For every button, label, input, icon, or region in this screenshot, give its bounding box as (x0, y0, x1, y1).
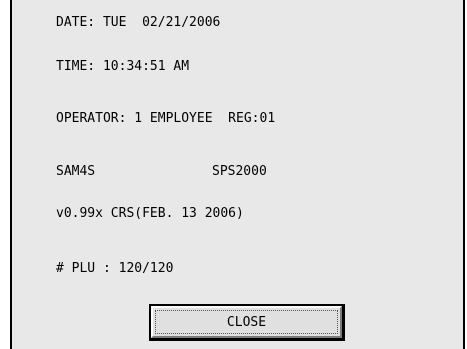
system-info-panel: DATE: TUE 02/21/2006 TIME: 10:34:51 AM O… (10, 0, 465, 349)
model-text: SPS2000 (212, 164, 267, 179)
operator-text: OPERATOR: 1 EMPLOYEE REG:01 (56, 111, 276, 126)
close-button[interactable]: CLOSE (149, 304, 345, 341)
close-button-label[interactable]: CLOSE (155, 310, 338, 334)
screen: DATE: TUE 02/21/2006 TIME: 10:34:51 AM O… (0, 0, 467, 349)
date-text: DATE: TUE 02/21/2006 (56, 15, 221, 30)
version-text: v0.99x CRS(FEB. 13 2006) (56, 206, 244, 221)
brand-text: SAM4S (56, 164, 96, 179)
close-button-face[interactable]: CLOSE (151, 306, 342, 338)
plu-count-text: # PLU : 120/120 (56, 261, 174, 276)
time-text: TIME: 10:34:51 AM (56, 59, 190, 74)
